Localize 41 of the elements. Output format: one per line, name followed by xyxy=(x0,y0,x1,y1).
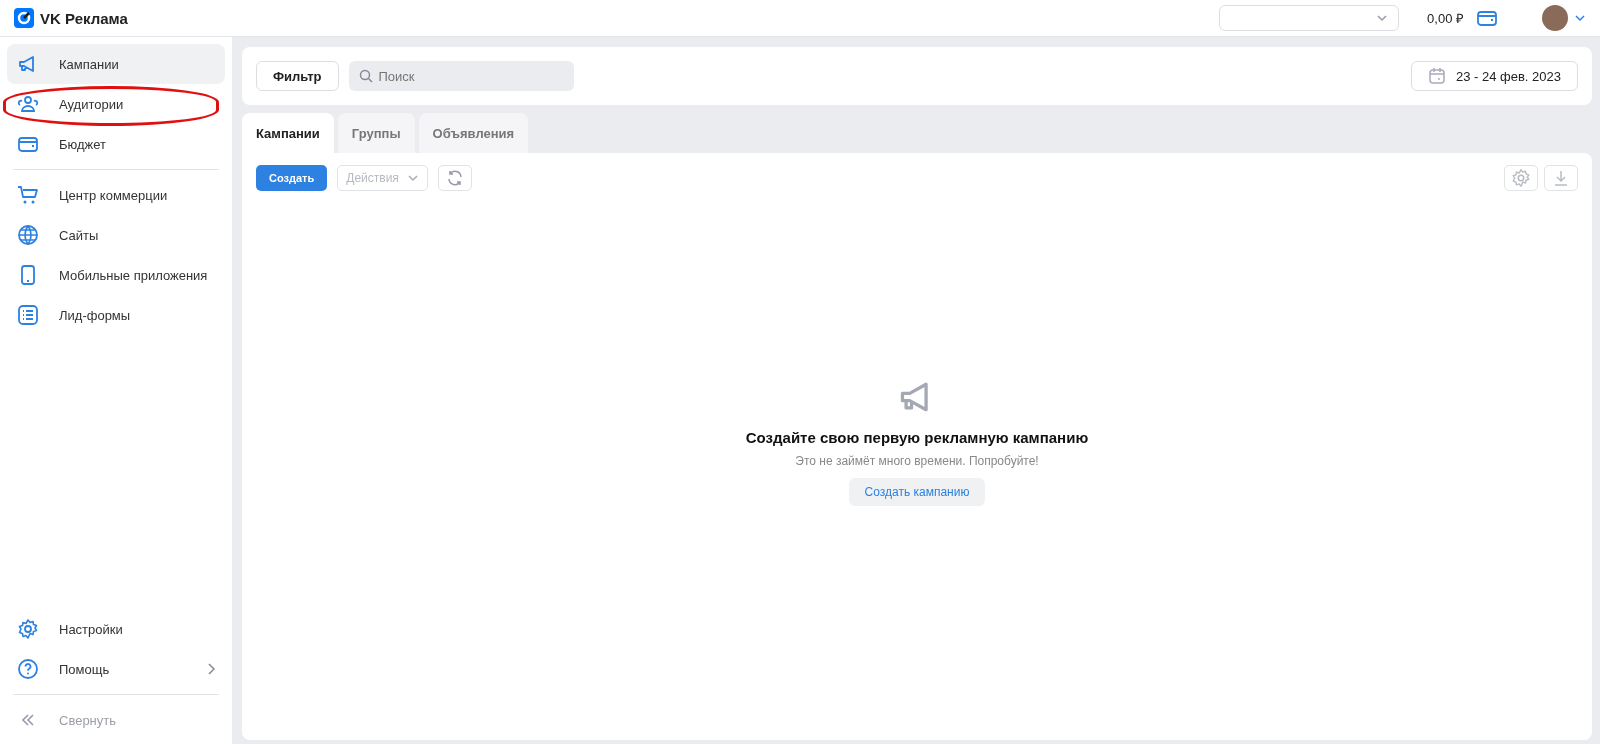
empty-state-subtitle: Это не займёт много времени. Попробуйте! xyxy=(795,454,1039,468)
chevron-down-icon[interactable] xyxy=(1574,14,1586,22)
search-icon xyxy=(358,69,373,83)
sidebar-item[interactable]: Кампании xyxy=(7,44,225,84)
help-icon xyxy=(17,658,39,680)
download-icon xyxy=(1552,169,1570,187)
logo-icon xyxy=(14,8,34,28)
create-button[interactable]: Создать xyxy=(256,165,328,191)
users-icon xyxy=(17,93,39,115)
balance: 0,00 ₽ xyxy=(1427,10,1464,27)
sidebar-item[interactable]: Лид-формы xyxy=(7,295,225,335)
avatar[interactable] xyxy=(1542,5,1568,31)
sidebar-item[interactable]: Бюджет xyxy=(7,124,225,164)
empty-state-title: Создайте свою первую рекламную кампанию xyxy=(745,429,1089,446)
search-field[interactable]: Поиск xyxy=(348,61,574,91)
sidebar-item[interactable]: Мобильные приложения xyxy=(7,255,225,295)
cart-icon xyxy=(17,184,39,206)
list-icon xyxy=(17,304,39,326)
settings-icon xyxy=(17,618,39,640)
chevron-down-icon xyxy=(1376,14,1389,22)
create-campaign-button[interactable]: Создать кампанию xyxy=(848,478,986,506)
sidebar-item[interactable]: Настройки xyxy=(7,609,225,649)
calendar-icon xyxy=(1427,67,1446,85)
date-range-button[interactable]: 23 - 24 фев. 2023 xyxy=(1410,61,1578,91)
settings-button[interactable] xyxy=(1504,165,1538,191)
logo-text: VK Реклама xyxy=(40,9,128,27)
settings-icon xyxy=(1511,168,1531,188)
refresh-button[interactable] xyxy=(437,165,472,191)
download-button[interactable] xyxy=(1544,165,1578,191)
sidebar-item[interactable]: Аудитории xyxy=(7,84,225,124)
chevron-right-icon xyxy=(207,663,215,675)
globe-icon xyxy=(17,224,39,246)
tab[interactable]: Объявления xyxy=(418,113,529,153)
refresh-icon xyxy=(445,169,464,187)
tab[interactable]: Группы xyxy=(337,113,415,153)
filter-button[interactable]: Фильтр xyxy=(256,61,339,91)
sidebar-item[interactable]: Центр коммерции xyxy=(7,175,225,215)
chevron-down-icon xyxy=(406,174,419,182)
sidebar-item[interactable]: Сайты xyxy=(7,215,225,255)
tab[interactable]: Кампании xyxy=(242,113,334,153)
sidebar-item[interactable]: Помощь xyxy=(7,649,225,689)
